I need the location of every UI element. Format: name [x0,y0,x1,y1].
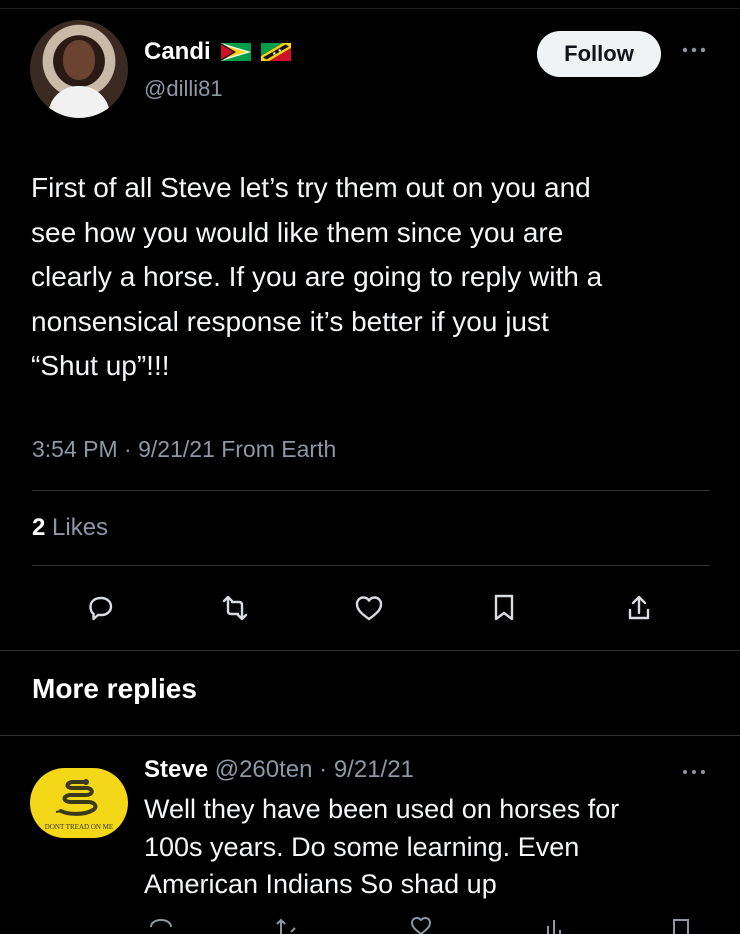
reply-like-icon[interactable] [406,914,436,934]
likes-count[interactable]: 2 Likes [32,514,108,542]
bookmark-button[interactable] [486,590,522,626]
section-divider [0,735,740,736]
avatar-face [63,40,95,80]
author-name-row: Candi ★ ★ [144,38,291,66]
reply-retweet-icon[interactable] [271,914,301,934]
follow-button[interactable]: Follow [537,31,661,77]
actions-divider [0,650,740,651]
like-icon [355,596,383,621]
share-button[interactable] [621,590,657,626]
reply-date[interactable]: · 9/21/21 [319,756,414,783]
more-options-icon[interactable] [679,40,709,60]
saint-kitts-nevis-flag-icon: ★ ★ [260,43,291,61]
reply-reply-icon[interactable] [146,914,176,934]
svg-text:★: ★ [277,48,282,54]
like-button[interactable] [351,590,387,626]
tweet-text: First of all Steve let’s try them out on… [31,172,603,381]
meta-divider [32,490,710,491]
reply-views-icon[interactable] [539,914,569,934]
author-avatar[interactable] [30,20,128,118]
retweet-button[interactable] [217,590,253,626]
bookmark-icon [494,594,514,621]
avatar-shirt [48,86,110,118]
tweet-meta[interactable]: 3:54 PM · 9/21/21 From Earth [32,436,336,463]
likes-label: Likes [45,514,109,541]
reply-avatar[interactable]: DONT TREAD ON ME [30,768,128,838]
reply-avatar-motto: DONT TREAD ON ME [44,823,114,831]
likes-number: 2 [32,514,46,541]
snake-icon [55,779,98,816]
retweet-icon [222,595,248,621]
reply-author-name[interactable]: Steve [144,756,208,783]
svg-text:★: ★ [272,51,277,57]
guyana-flag-icon [220,43,251,61]
top-separator [0,8,740,9]
likes-divider [32,565,710,566]
reply-author-handle[interactable]: @260ten [215,756,313,783]
reply-header: Steve @260ten · 9/21/21 [144,756,414,784]
reply-button[interactable] [83,590,119,626]
reply-bookmark-icon[interactable] [666,914,696,934]
author-handle[interactable]: @dilli81 [144,76,223,102]
author-name[interactable]: Candi [144,38,211,66]
reply-text: Well they have been used on horses for 1… [144,794,620,899]
share-icon [628,595,650,620]
more-replies-heading: More replies [32,673,197,704]
reply-icon [89,596,113,621]
reply-more-options-icon[interactable] [679,762,709,782]
